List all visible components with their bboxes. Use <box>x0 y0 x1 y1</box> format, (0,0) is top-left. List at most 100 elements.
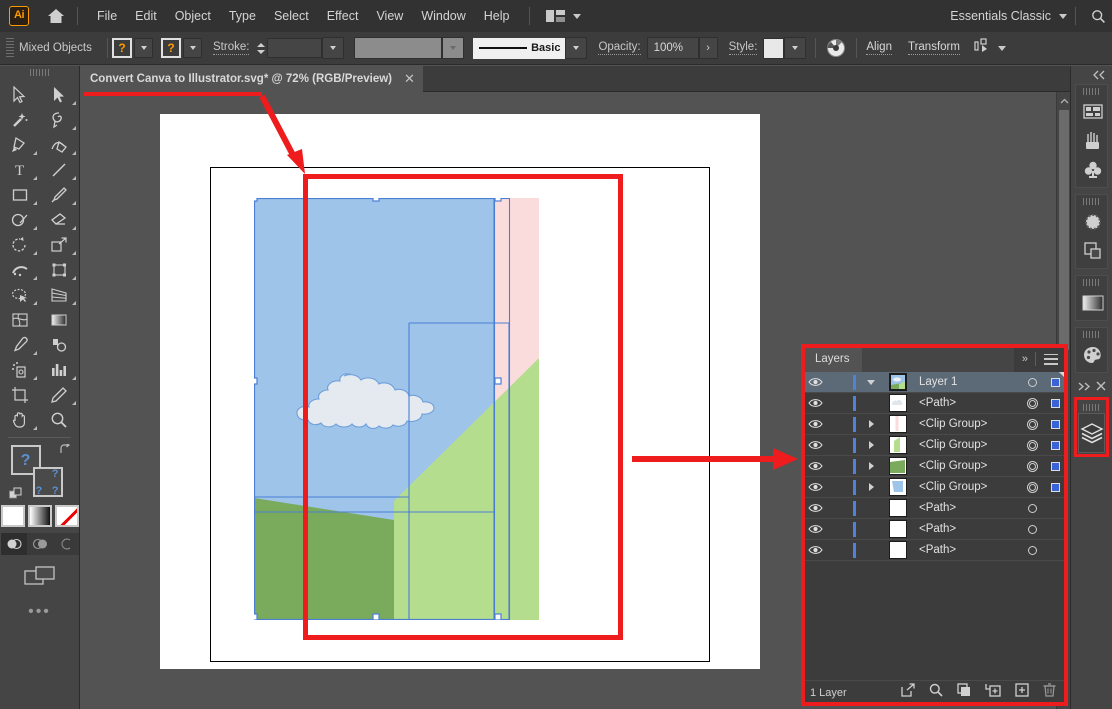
target-indicator[interactable] <box>1020 482 1044 493</box>
menu-effect[interactable]: Effect <box>318 4 368 28</box>
menu-file[interactable]: File <box>88 4 126 28</box>
visibility-toggle-icon[interactable] <box>803 524 828 534</box>
recolor-artwork-icon[interactable] <box>825 37 847 59</box>
stroke-color-box[interactable]: ? ? ? <box>33 467 63 497</box>
visibility-toggle-icon[interactable] <box>803 419 828 429</box>
brushes-icon[interactable] <box>1076 126 1110 155</box>
visibility-toggle-icon[interactable] <box>803 398 828 408</box>
menu-help[interactable]: Help <box>475 4 519 28</box>
free-transform-tool[interactable] <box>40 257 80 282</box>
layers-icon[interactable] <box>1078 413 1105 453</box>
menu-edit[interactable]: Edit <box>126 4 166 28</box>
swap-fill-stroke-icon[interactable] <box>59 443 71 455</box>
disclosure-triangle-right-icon[interactable] <box>859 420 883 428</box>
direct-selection-tool[interactable] <box>40 82 80 107</box>
gradient-tool[interactable] <box>40 307 80 332</box>
disclosure-triangle-right-icon[interactable] <box>859 441 883 449</box>
selection-tool[interactable] <box>0 82 40 107</box>
search-icon[interactable] <box>929 683 943 702</box>
symbols-icon[interactable] <box>1076 155 1110 184</box>
selection-indicator[interactable] <box>1044 441 1066 450</box>
layer-row-clip-group-blue[interactable]: <Clip Group> <box>803 477 1066 498</box>
expand-icon[interactable] <box>1078 378 1091 396</box>
search-icon[interactable] <box>1084 0 1112 32</box>
brush-definition-dropdown[interactable] <box>565 37 587 59</box>
stroke-weight-dropdown[interactable] <box>322 37 344 59</box>
shape-builder-tool[interactable] <box>0 282 40 307</box>
tab-layers[interactable]: Layers <box>803 346 862 372</box>
layer-row-path-white-2[interactable]: <Path> <box>803 519 1066 540</box>
close-icon[interactable]: ✕ <box>404 71 415 87</box>
dock-group-grip[interactable] <box>1083 331 1101 338</box>
gradient-button[interactable] <box>28 505 52 527</box>
pen-tool[interactable] <box>0 132 40 157</box>
layer-row-path-white-1[interactable]: <Path> <box>803 498 1066 519</box>
visibility-toggle-icon[interactable] <box>803 545 828 555</box>
target-indicator[interactable] <box>1020 525 1044 534</box>
screen-mode-button[interactable] <box>0 565 79 587</box>
variable-width-dropdown[interactable] <box>442 37 464 59</box>
chevron-down-icon[interactable] <box>573 14 581 19</box>
panel-menu-icon[interactable] <box>1044 354 1058 365</box>
target-indicator[interactable] <box>1020 461 1044 472</box>
locate-object-icon[interactable] <box>901 683 915 702</box>
disclosure-triangle-right-icon[interactable] <box>859 483 883 491</box>
eyedropper-tool[interactable] <box>0 332 40 357</box>
variable-width-profile-field[interactable] <box>354 37 442 59</box>
layer-row-clip-group-pink[interactable]: <Clip Group> <box>803 414 1066 435</box>
eraser-tool[interactable] <box>40 207 80 232</box>
hand-tool[interactable] <box>0 407 40 432</box>
properties-icon[interactable] <box>1076 97 1110 126</box>
dock-group-grip[interactable] <box>1083 88 1101 95</box>
control-bar-grip[interactable] <box>6 38 14 58</box>
selection-indicator[interactable] <box>1044 399 1066 408</box>
more-options-icon[interactable] <box>974 38 992 59</box>
magic-wand-tool[interactable] <box>0 107 40 132</box>
perspective-grid-tool[interactable] <box>40 282 80 307</box>
none-button[interactable] <box>55 505 79 527</box>
new-layer-icon[interactable] <box>1015 683 1029 702</box>
rotate-tool[interactable] <box>0 232 40 257</box>
layer-row-clip-group-dark-green[interactable]: <Clip Group> <box>803 456 1066 477</box>
visibility-toggle-icon[interactable] <box>803 503 828 513</box>
line-segment-tool[interactable] <box>40 157 80 182</box>
layer-name[interactable]: <Path> <box>913 544 1020 556</box>
layer-name[interactable]: <Path> <box>913 397 1020 409</box>
scale-tool[interactable] <box>40 232 80 257</box>
stroke-weight-stepper[interactable] <box>255 38 267 58</box>
home-icon[interactable] <box>45 5 67 27</box>
transform-button[interactable]: Transform <box>908 41 960 55</box>
disclosure-triangle-down-icon[interactable] <box>859 380 883 385</box>
type-tool[interactable]: T <box>0 157 40 182</box>
new-sublayer-icon[interactable] <box>985 683 1001 702</box>
dock-group-grip[interactable] <box>1083 279 1101 286</box>
chevron-down-icon[interactable] <box>998 46 1006 51</box>
target-indicator[interactable] <box>1020 504 1044 513</box>
close-icon[interactable] <box>1096 378 1106 396</box>
pathfinder-icon[interactable] <box>1076 236 1110 265</box>
selection-indicator[interactable] <box>1044 420 1066 429</box>
chevron-down-icon[interactable] <box>1059 14 1067 19</box>
draw-normal-button[interactable] <box>1 533 27 555</box>
shaper-tool[interactable] <box>0 207 40 232</box>
target-indicator[interactable] <box>1020 546 1044 555</box>
slice-tool[interactable] <box>40 382 80 407</box>
blend-tool[interactable] <box>40 332 80 357</box>
layer-row-path-white-3[interactable]: <Path> <box>803 540 1066 561</box>
target-indicator[interactable] <box>1020 398 1044 409</box>
dock-group-grip[interactable] <box>1083 198 1101 205</box>
arrange-documents-icon[interactable] <box>546 9 566 23</box>
layer-name[interactable]: <Clip Group> <box>913 418 1020 430</box>
color-icon[interactable] <box>1076 340 1110 369</box>
column-graph-tool[interactable] <box>40 357 80 382</box>
collapse-icon[interactable]: » <box>1022 353 1027 365</box>
draw-inside-button[interactable] <box>53 533 79 555</box>
opacity-field[interactable]: 100% <box>647 37 699 59</box>
menu-window[interactable]: Window <box>412 4 474 28</box>
mesh-tool[interactable] <box>0 307 40 332</box>
fill-swatch[interactable]: ? <box>112 38 132 58</box>
layer-name[interactable]: <Clip Group> <box>913 460 1020 472</box>
tools-panel-grip[interactable] <box>30 69 50 76</box>
menu-object[interactable]: Object <box>166 4 220 28</box>
opacity-label[interactable]: Opacity: <box>598 41 640 55</box>
